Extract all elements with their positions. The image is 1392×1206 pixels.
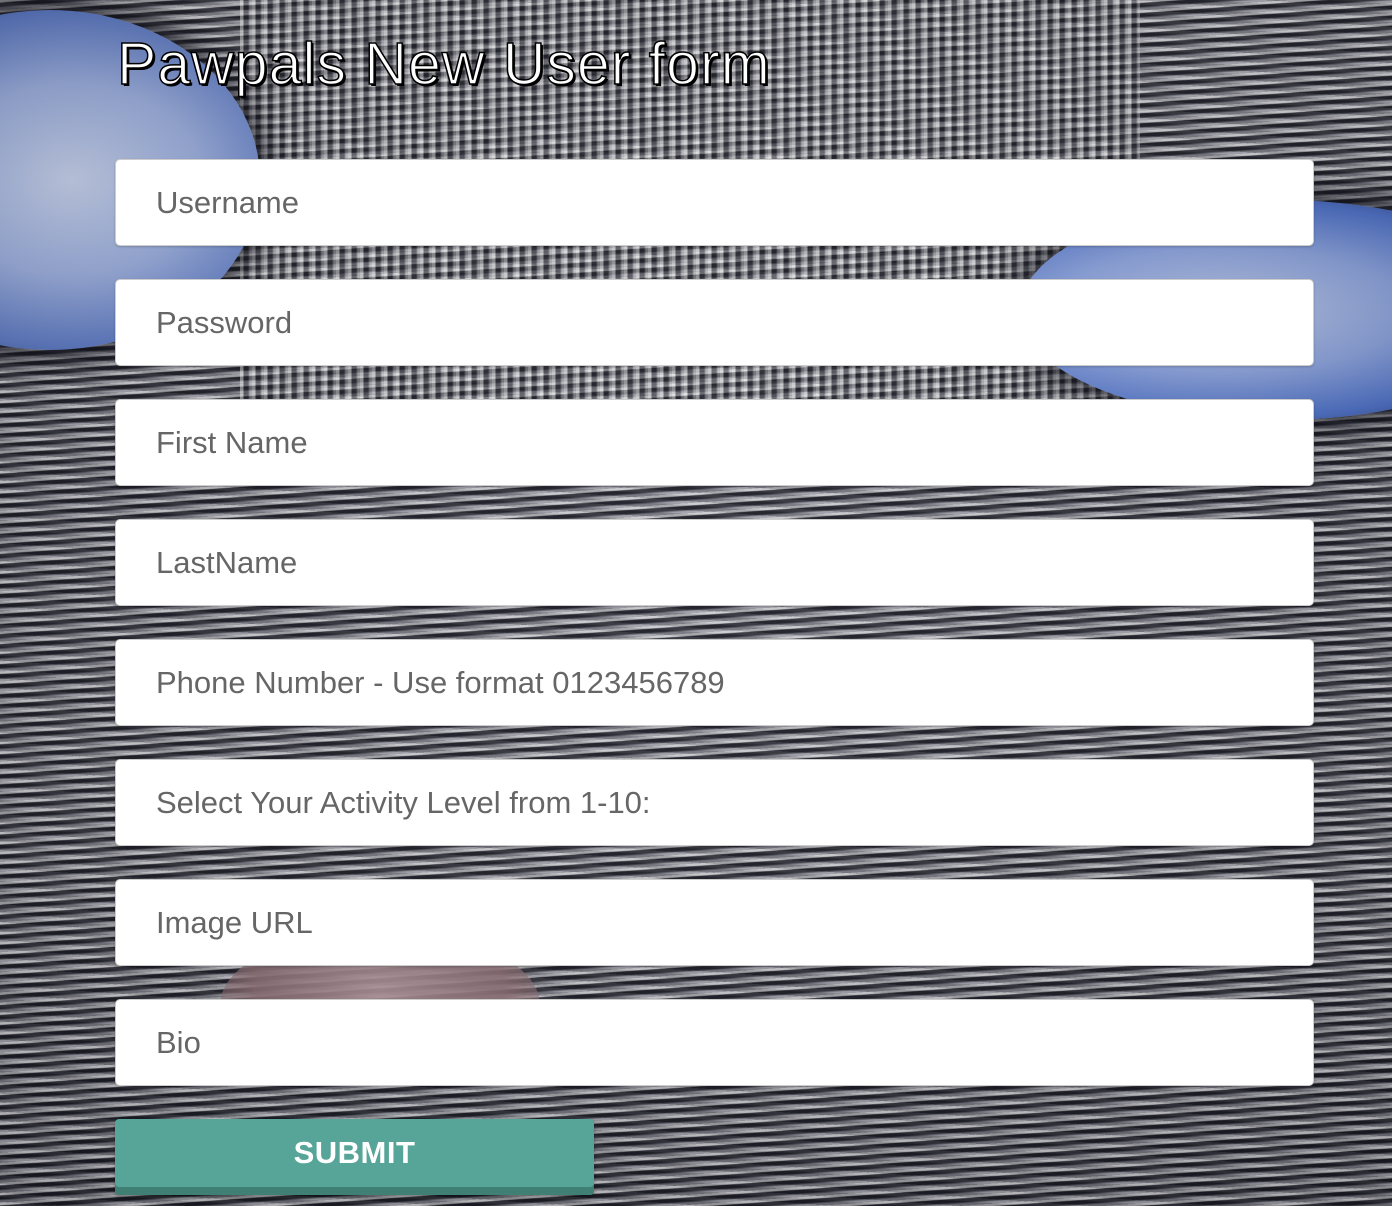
new-user-form: SUBMIT: [115, 159, 1314, 1195]
username-input[interactable]: [115, 159, 1314, 246]
page-title: Pawpals New User form: [116, 30, 771, 98]
submit-button[interactable]: SUBMIT: [115, 1119, 594, 1195]
activity-level-input[interactable]: [115, 759, 1314, 846]
phone-number-input[interactable]: [115, 639, 1314, 726]
image-url-input[interactable]: [115, 879, 1314, 966]
last-name-input[interactable]: [115, 519, 1314, 606]
first-name-input[interactable]: [115, 399, 1314, 486]
password-input[interactable]: [115, 279, 1314, 366]
bio-input[interactable]: [115, 999, 1314, 1086]
